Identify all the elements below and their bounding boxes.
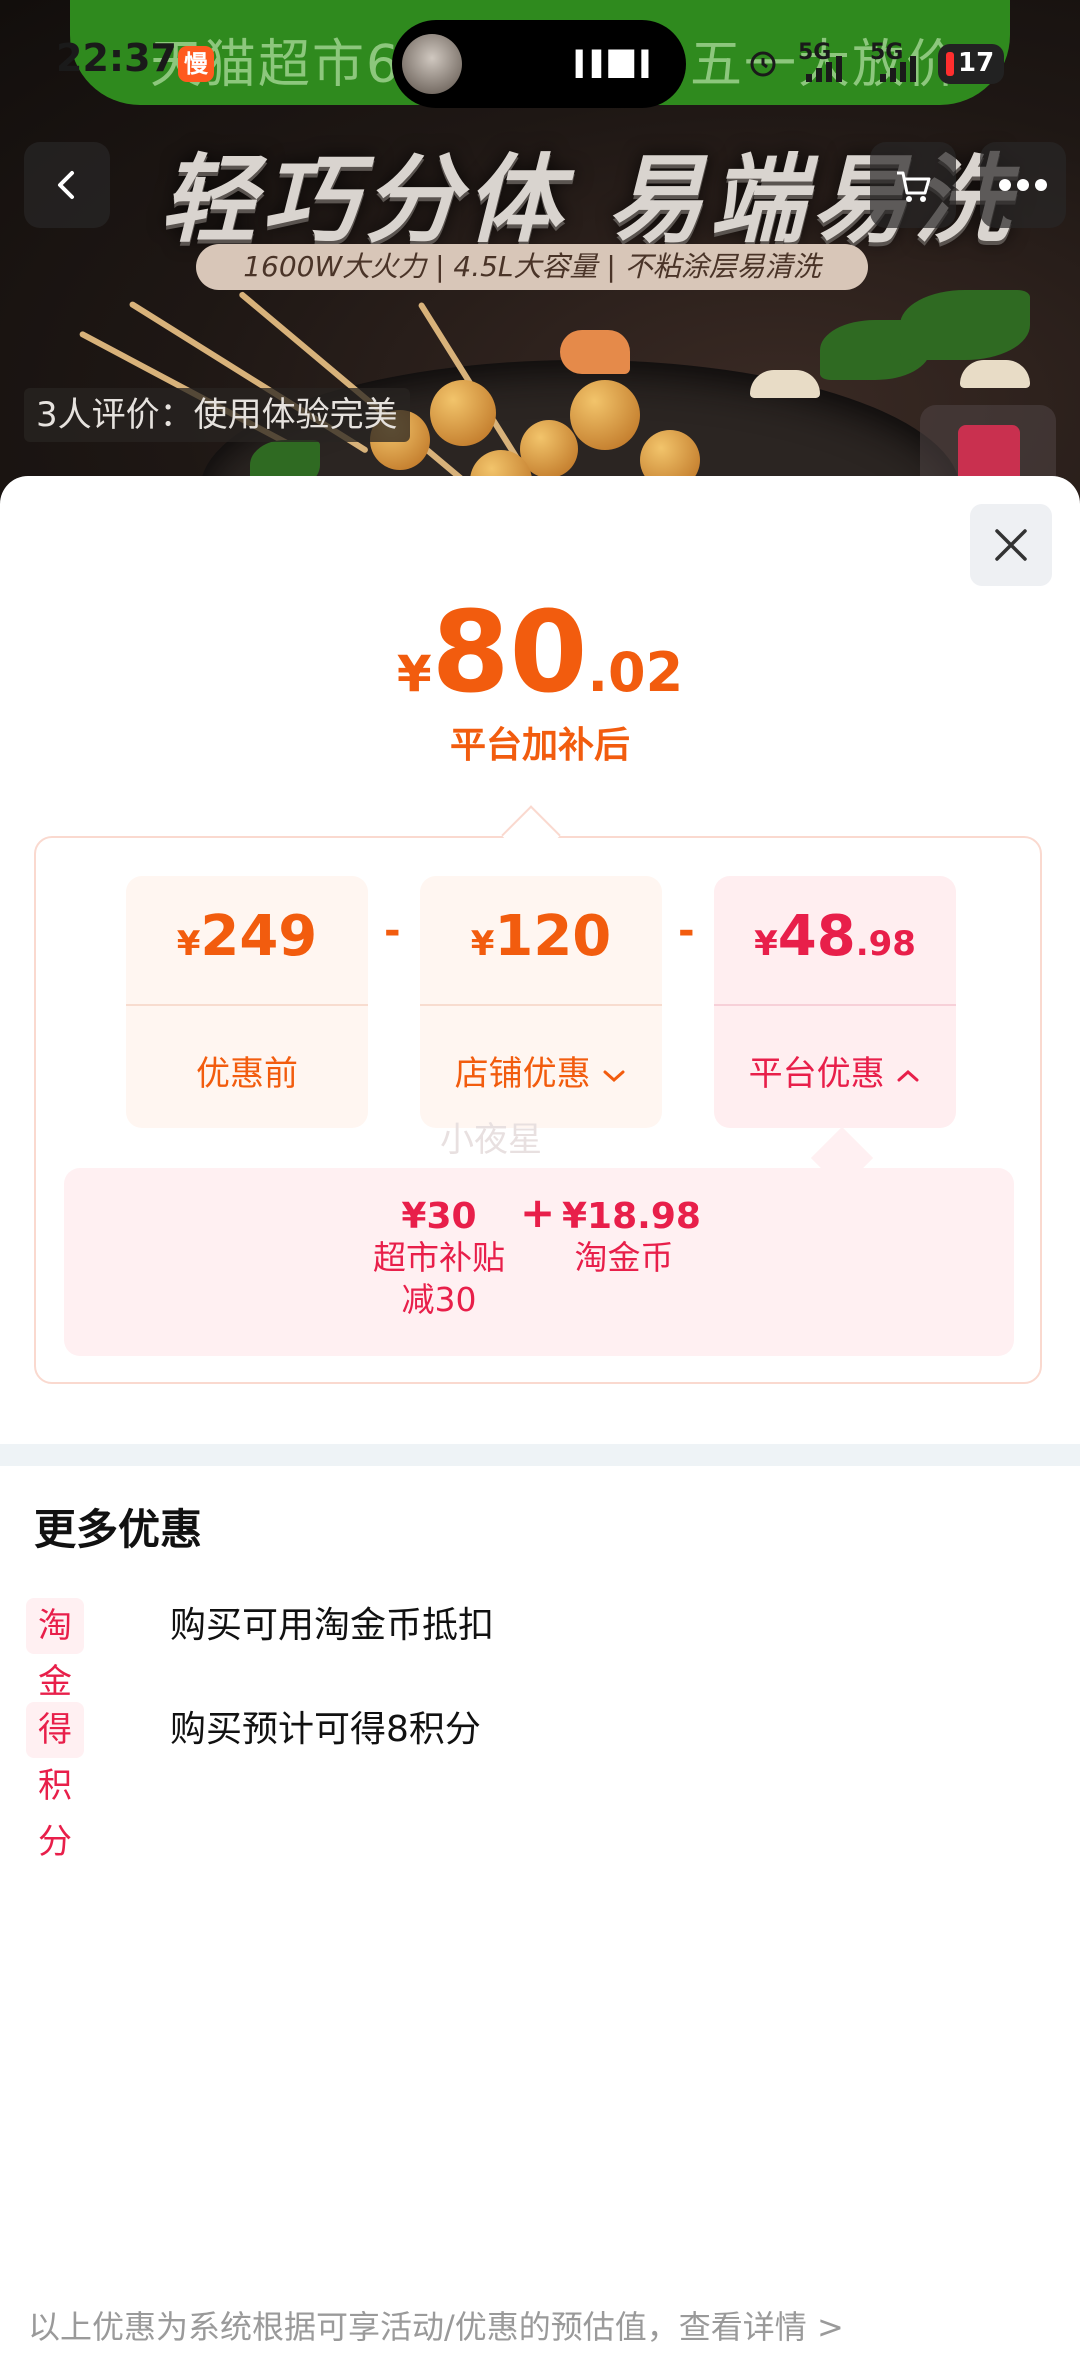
- platform-discount-label: 平台优惠: [714, 1046, 956, 1095]
- signal-icon-2: [880, 56, 916, 82]
- supermarket-subsidy: ¥30 超市补贴 减30: [356, 1196, 522, 1321]
- alarm-icon: [750, 51, 776, 77]
- store-discount-label-text: 店铺优惠: [454, 1054, 591, 1094]
- currency-symbol: ¥: [176, 924, 201, 964]
- close-button[interactable]: [970, 504, 1052, 586]
- plus-operator: +: [520, 1188, 556, 1237]
- cart-button[interactable]: [870, 142, 956, 228]
- original-price-value: ¥249: [126, 904, 368, 969]
- close-icon: [995, 529, 1027, 561]
- fishball: [570, 380, 640, 450]
- back-button[interactable]: [24, 142, 110, 228]
- offer-tag: 淘金币: [26, 1598, 84, 1758]
- final-price-currency: ¥: [396, 645, 432, 703]
- mushroom: [960, 360, 1030, 388]
- more-button[interactable]: [980, 142, 1066, 228]
- chevron-down-icon: [603, 1070, 625, 1082]
- currency-symbol: ¥: [754, 924, 778, 964]
- final-price-label: 平台加补后: [449, 725, 630, 766]
- store-discount-value: ¥120: [420, 904, 662, 969]
- more-dots-icon: [999, 179, 1047, 191]
- dynamic-island[interactable]: ▍▌█▌▍: [392, 20, 686, 108]
- supermarket-subsidy-note: 减30: [401, 1280, 477, 1319]
- chevron-left-icon: [58, 171, 74, 199]
- original-price-label: 优惠前: [196, 1054, 298, 1094]
- platform-discount-value: ¥48.98: [714, 904, 956, 969]
- platform-discount-card[interactable]: ¥48.98 平台优惠: [714, 876, 956, 1128]
- offer-tag: 得积分: [26, 1702, 84, 1862]
- cart-icon: [897, 171, 931, 202]
- final-price-integer: 80: [431, 588, 588, 718]
- avatar: [402, 34, 462, 94]
- original-price-card: ¥249 优惠前: [126, 876, 368, 1128]
- disclaimer-details-link[interactable]: 以上优惠为系统根据可享活动/优惠的预估值，查看详情 >: [28, 2302, 844, 2348]
- battery-percent: 17: [958, 48, 995, 78]
- minus-operator: -: [678, 908, 695, 954]
- currency-symbol: ¥: [470, 924, 495, 964]
- price-integer: 48: [777, 904, 856, 969]
- status-bar: 22:37 慢 ▍▌█▌▍ 5G 5G 17: [0, 0, 1080, 130]
- mushroom: [750, 370, 820, 398]
- minus-operator: -: [384, 908, 401, 954]
- taojinbi-label: 淘金币: [574, 1238, 674, 1277]
- shrimp: [560, 330, 630, 374]
- store-discount-label: 店铺优惠: [420, 1046, 662, 1095]
- price-decimal: .98: [855, 924, 916, 964]
- final-price: ¥80.02: [0, 588, 1080, 718]
- store-discount-card[interactable]: ¥120 店铺优惠: [420, 876, 662, 1128]
- battery-level-icon: [946, 52, 954, 76]
- platform-discount-label-text: 平台优惠: [748, 1054, 885, 1094]
- more-offers-title: 更多优惠: [34, 1505, 203, 1554]
- price-integer: 120: [494, 904, 612, 969]
- final-price-decimal: .02: [587, 641, 684, 704]
- watermark: 小夜星: [440, 1120, 542, 1160]
- card-divider: [714, 1004, 956, 1006]
- supermarket-subsidy-amount: ¥30: [401, 1196, 477, 1237]
- chevron-up-icon: [897, 1069, 919, 1081]
- battery-indicator: 17: [938, 44, 1004, 84]
- section-divider: [0, 1444, 1080, 1466]
- app-notification-icon: 慢: [178, 46, 214, 82]
- card-divider: [420, 1004, 662, 1006]
- status-time: 22:37: [56, 36, 177, 80]
- offer-description: 购买预计可得8积分: [170, 1709, 481, 1750]
- product-subline: 1600W大火力 | 4.5L大容量 | 不粘涂层易清洗: [196, 244, 868, 290]
- taojinbi-amount: ¥18.98: [562, 1196, 701, 1237]
- vegetable: [900, 290, 1030, 360]
- review-tag[interactable]: 3人评价：使用体验完美: [24, 388, 410, 442]
- taojinbi-discount: ¥18.98 淘金币: [562, 1196, 701, 1279]
- audio-wave-icon: ▍▌█▌▍: [575, 50, 660, 78]
- fishball: [430, 380, 496, 446]
- price-integer: 249: [200, 904, 318, 969]
- supermarket-subsidy-label: 超市补贴: [373, 1238, 505, 1277]
- signal-icon: [806, 56, 842, 82]
- card-divider: [126, 1004, 368, 1006]
- offer-description: 购买可用淘金币抵扣: [170, 1605, 495, 1646]
